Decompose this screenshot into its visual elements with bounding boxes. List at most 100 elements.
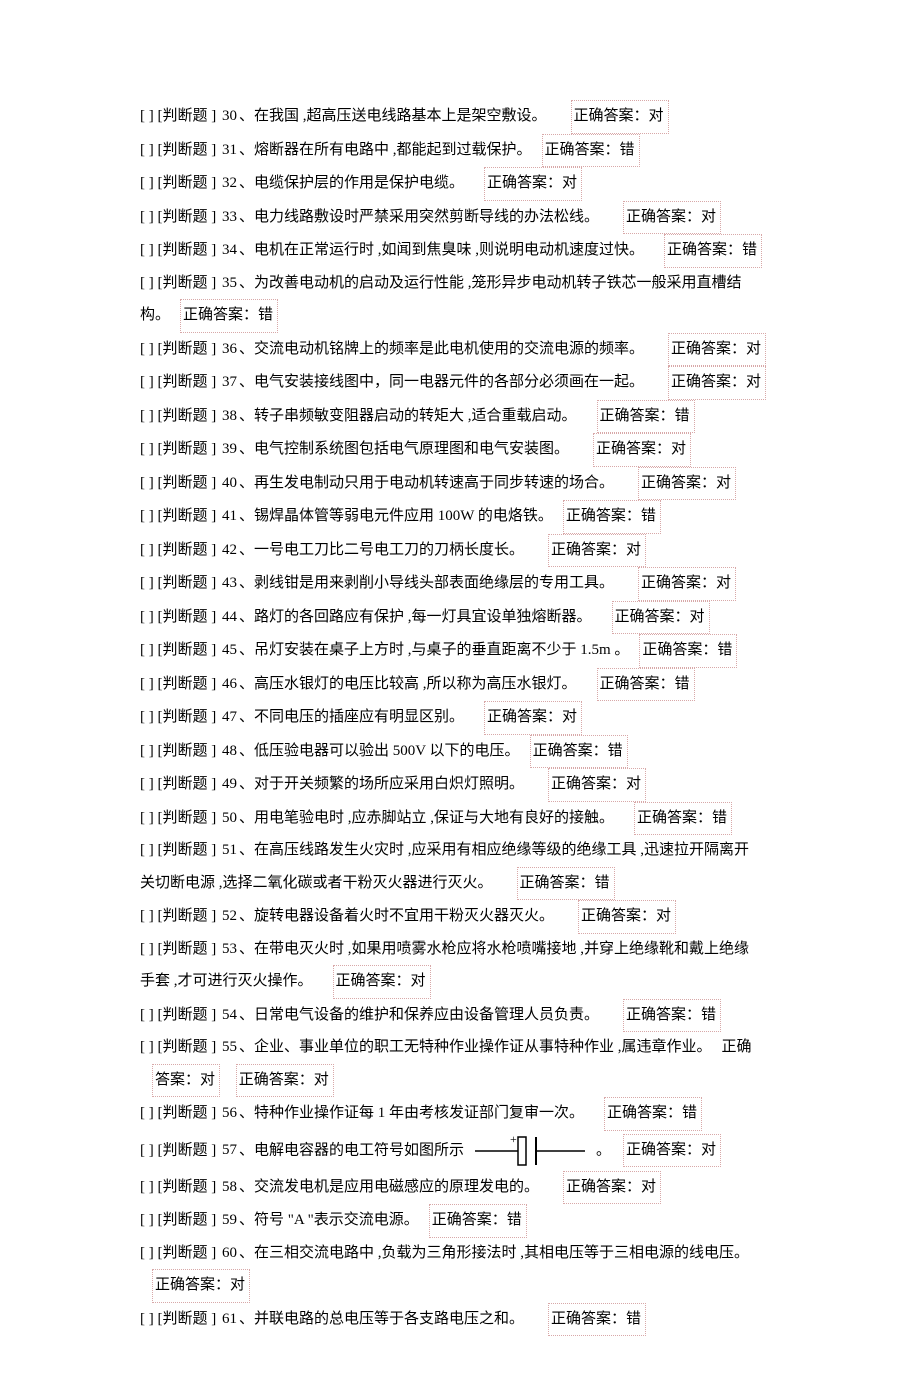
question-line: [ ] [判断题 ] 58、交流发电机是应用电磁感应的原理发电的。正确答案：对 bbox=[140, 1171, 800, 1205]
question-number: 46 bbox=[222, 676, 237, 692]
answer-box: 正确答案：对 bbox=[548, 534, 646, 568]
question-number: 34 bbox=[222, 242, 237, 258]
answer-box: 正确答案：对 bbox=[484, 167, 582, 201]
answer-box: 正确答案：错 bbox=[604, 1097, 702, 1131]
answer-box: 正确答案：错 bbox=[429, 1204, 527, 1238]
question-prefix: [ ] [判断题 ] bbox=[140, 1007, 220, 1023]
question-text: 、低压验电器可以验出 500V 以下的电压。 bbox=[239, 743, 520, 759]
question-line: [ ] [判断题 ] 45、吊灯安装在桌子上方时 ,与桌子的垂直距离不少于 1.… bbox=[140, 634, 800, 668]
question-text: 手套 ,才可进行灭火操作。 bbox=[140, 973, 313, 989]
question-number: 41 bbox=[222, 508, 237, 524]
question-number: 50 bbox=[222, 810, 237, 826]
question-line: [ ] [判断题 ] 57、电解电容器的电工符号如图所示 + 。正确答案：对 bbox=[140, 1131, 800, 1171]
question-prefix: [ ] [判断题 ] bbox=[140, 810, 220, 826]
question-prefix: [ ] [判断题 ] bbox=[140, 1142, 220, 1158]
question-prefix: [ ] [判断题 ] bbox=[140, 1212, 220, 1228]
question-number: 32 bbox=[222, 175, 237, 191]
question-number: 45 bbox=[222, 642, 237, 658]
question-number: 51 bbox=[222, 842, 237, 858]
answer-box: 正确答案：对 bbox=[623, 1134, 721, 1168]
answer-box: 正确答案：对 bbox=[668, 366, 766, 400]
question-line: [ ] [判断题 ] 36、交流电动机铭牌上的频率是此电机使用的交流电源的频率。… bbox=[140, 333, 800, 367]
question-text: 、锡焊晶体管等弱电元件应用 100W 的电烙铁。 bbox=[239, 508, 553, 524]
question-prefix: [ ] [判断题 ] bbox=[140, 1311, 220, 1327]
question-number: 57 bbox=[222, 1142, 237, 1158]
question-line-continuation: 关切断电源 ,选择二氧化碳或者干粉灭火器进行灭火。正确答案：错 bbox=[140, 867, 800, 901]
question-line: [ ] [判断题 ] 44、路灯的各回路应有保护 ,每一灯具宜设单独熔断器。正确… bbox=[140, 601, 800, 635]
question-line: [ ] [判断题 ] 30、在我国 ,超高压送电线路基本上是架空敷设。正确答案：… bbox=[140, 100, 800, 134]
question-text: 、交流电动机铭牌上的频率是此电机使用的交流电源的频率。 bbox=[239, 341, 644, 357]
question-number: 49 bbox=[222, 776, 237, 792]
answer-box: 正确答案：错 bbox=[180, 299, 278, 333]
question-text: 、特种作业操作证每 1 年由考核发证部门复审一次。 bbox=[239, 1105, 584, 1121]
question-prefix: [ ] [判断题 ] bbox=[140, 341, 220, 357]
question-prefix: [ ] [判断题 ] bbox=[140, 475, 220, 491]
answer-box: 正确答案：错 bbox=[639, 634, 737, 668]
question-number: 43 bbox=[222, 575, 237, 591]
question-number: 60 bbox=[222, 1245, 237, 1261]
question-line-continuation: 构。正确答案：错 bbox=[140, 299, 800, 333]
question-number: 52 bbox=[222, 908, 237, 924]
question-line: [ ] [判断题 ] 46、高压水银灯的电压比较高 ,所以称为高压水银灯。正确答… bbox=[140, 668, 800, 702]
question-prefix: [ ] [判断题 ] bbox=[140, 441, 220, 457]
answer-box: 正确答案：对 bbox=[638, 567, 736, 601]
question-line: [ ] [判断题 ] 54、日常电气设备的维护和保养应由设备管理人员负责。正确答… bbox=[140, 999, 800, 1033]
question-number: 38 bbox=[222, 408, 237, 424]
question-line: [ ] [判断题 ] 33、电力线路敷设时严禁采用突然剪断导线的办法松线。正确答… bbox=[140, 201, 800, 235]
question-text: 、剥线钳是用来剥削小导线头部表面绝缘层的专用工具。 bbox=[239, 575, 614, 591]
question-line: [ ] [判断题 ] 40、再生发电制动只用于电动机转速高于同步转速的场合。正确… bbox=[140, 467, 800, 501]
answer-box: 正确答案：错 bbox=[563, 500, 661, 534]
capacitor-symbol-image: + bbox=[470, 1131, 590, 1171]
answer-box: 正确答案：对 bbox=[668, 333, 766, 367]
question-line: [ ] [判断题 ] 60、在三相交流电路中 ,负载为三角形接法时 ,其相电压等… bbox=[140, 1238, 800, 1270]
question-number: 58 bbox=[222, 1179, 237, 1195]
answer-box: 正确答案：对 bbox=[578, 900, 676, 934]
question-prefix: [ ] [判断题 ] bbox=[140, 575, 220, 591]
question-line: [ ] [判断题 ] 43、剥线钳是用来剥削小导线头部表面绝缘层的专用工具。 正确… bbox=[140, 567, 800, 601]
question-prefix: [ ] [判断题 ] bbox=[140, 374, 220, 390]
question-line-continuation: 手套 ,才可进行灭火操作。正确答案：对 bbox=[140, 965, 800, 999]
question-line: [ ] [判断题 ] 53、在带电灭火时 ,如果用喷雾水枪应将水枪喷嘴接地 ,并… bbox=[140, 934, 800, 966]
question-number: 40 bbox=[222, 475, 237, 491]
question-line: [ ] [判断题 ] 47、不同电压的插座应有明显区别。正确答案：对 bbox=[140, 701, 800, 735]
answer-box: 正确答案：对 bbox=[612, 601, 710, 635]
question-text: 、电气安装接线图中，同一电器元件的各部分必须画在一起。 bbox=[239, 374, 644, 390]
question-line: [ ] [判断题 ] 34、电机在正常运行时 ,如闻到焦臭味 ,则说明电动机速度… bbox=[140, 234, 800, 268]
question-text: 、符号 "A "表示交流电源。 bbox=[239, 1212, 419, 1228]
question-prefix: [ ] [判断题 ] bbox=[140, 776, 220, 792]
answer-box: 正确答案：错 bbox=[542, 134, 640, 168]
question-text: 构。 bbox=[140, 307, 170, 323]
question-text: 、电解电容器的电工符号如图所示 bbox=[239, 1142, 464, 1158]
question-prefix: [ ] [判断题 ] bbox=[140, 743, 220, 759]
question-line: [ ] [判断题 ] 56、特种作业操作证每 1 年由考核发证部门复审一次。正确… bbox=[140, 1097, 800, 1131]
question-text: 、不同电压的插座应有明显区别。 bbox=[239, 709, 464, 725]
svg-text:+: + bbox=[510, 1132, 517, 1146]
answer-box: 正确答案：错 bbox=[634, 802, 732, 836]
answer-box: 正确答案：对 bbox=[484, 701, 582, 735]
question-prefix: [ ] [判断题 ] bbox=[140, 209, 220, 225]
question-text: 、交流发电机是应用电磁感应的原理发电的。 bbox=[239, 1179, 539, 1195]
answer-box: 正确答案：对 bbox=[571, 100, 669, 134]
question-text: 、企业、事业单位的职工无特种作业操作证从事特种作业 ,属违章作业。 bbox=[239, 1039, 712, 1055]
answer-box: 正确答案：错 bbox=[597, 668, 695, 702]
question-text: 、并联电路的总电压等于各支路电压之和。 bbox=[239, 1311, 524, 1327]
answer-box: 正确答案：对 bbox=[236, 1064, 334, 1098]
question-prefix: [ ] [判断题 ] bbox=[140, 408, 220, 424]
question-line: [ ] [判断题 ] 59、符号 "A "表示交流电源。正确答案：错 bbox=[140, 1204, 800, 1238]
question-text: 、在三相交流电路中 ,负载为三角形接法时 ,其相电压等于三相电源的线电压。 bbox=[239, 1245, 749, 1261]
question-line-continuation: 正确答案：对 bbox=[140, 1269, 800, 1303]
answer-box: 正确答案：对 bbox=[623, 201, 721, 235]
question-prefix: [ ] [判断题 ] bbox=[140, 1245, 220, 1261]
question-text: 、在我国 ,超高压送电线路基本上是架空敷设。 bbox=[239, 108, 547, 124]
question-number: 44 bbox=[222, 609, 237, 625]
question-number: 39 bbox=[222, 441, 237, 457]
question-text: 、电机在正常运行时 ,如闻到焦臭味 ,则说明电动机速度过快。 bbox=[239, 242, 644, 258]
question-prefix: [ ] [判断题 ] bbox=[140, 1039, 220, 1055]
answer-box: 正确答案：对 bbox=[548, 768, 646, 802]
question-line: [ ] [判断题 ] 42、一号电工刀比二号电工刀的刀柄长度长。正确答案：对 bbox=[140, 534, 800, 568]
question-suffix: 。 bbox=[596, 1142, 611, 1158]
question-prefix: [ ] [判断题 ] bbox=[140, 642, 220, 658]
question-number: 35 bbox=[222, 275, 237, 291]
question-number: 59 bbox=[222, 1212, 237, 1228]
answer-box: 正确答案：错 bbox=[623, 999, 721, 1033]
